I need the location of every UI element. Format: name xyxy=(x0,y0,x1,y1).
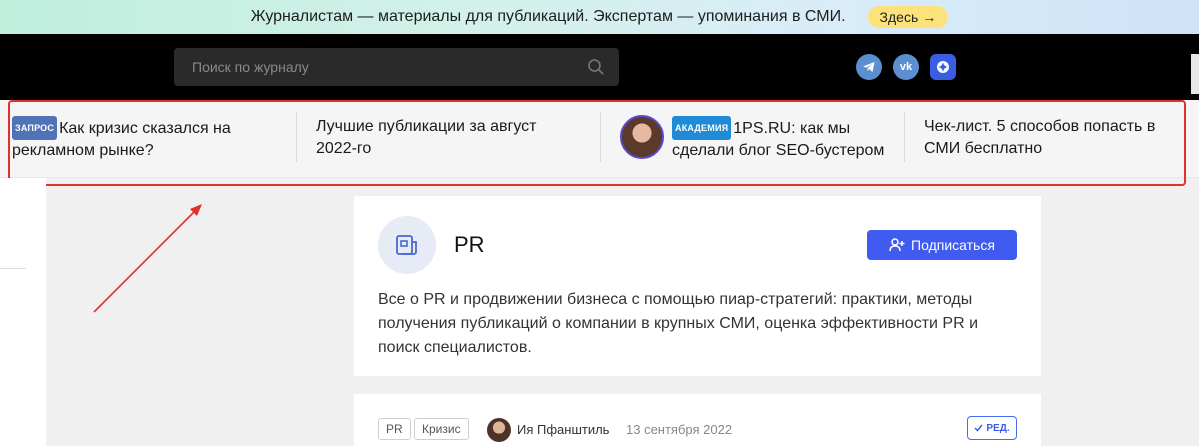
post-author[interactable]: Ия Пфанштиль xyxy=(517,422,609,437)
newspaper-icon xyxy=(396,235,417,255)
topic-card: PR Подписаться Все о PR и продвижении би… xyxy=(354,196,1041,376)
subscribe-button[interactable]: Подписаться xyxy=(867,230,1017,260)
topic-icon xyxy=(378,216,436,274)
subscribe-label: Подписаться xyxy=(911,237,995,253)
tag-crisis[interactable]: Кризис xyxy=(414,418,469,440)
post-date: 13 сентября 2022 xyxy=(626,422,733,437)
editor-badge-label: РЕД. xyxy=(986,422,1010,434)
avatar[interactable] xyxy=(487,418,511,442)
editor-badge: РЕД. xyxy=(967,416,1017,440)
add-user-icon xyxy=(889,238,905,252)
check-icon xyxy=(974,424,983,432)
topic-description: Все о PR и продвижении бизнеса с помощью… xyxy=(378,291,979,356)
topic-title: PR xyxy=(454,232,485,257)
post-card: PR Кризис Ия Пфанштиль 13 сентября 2022 … xyxy=(354,394,1041,446)
left-panel-divider xyxy=(0,268,26,269)
tag-pr[interactable]: PR xyxy=(378,418,411,440)
left-panel xyxy=(0,178,46,446)
